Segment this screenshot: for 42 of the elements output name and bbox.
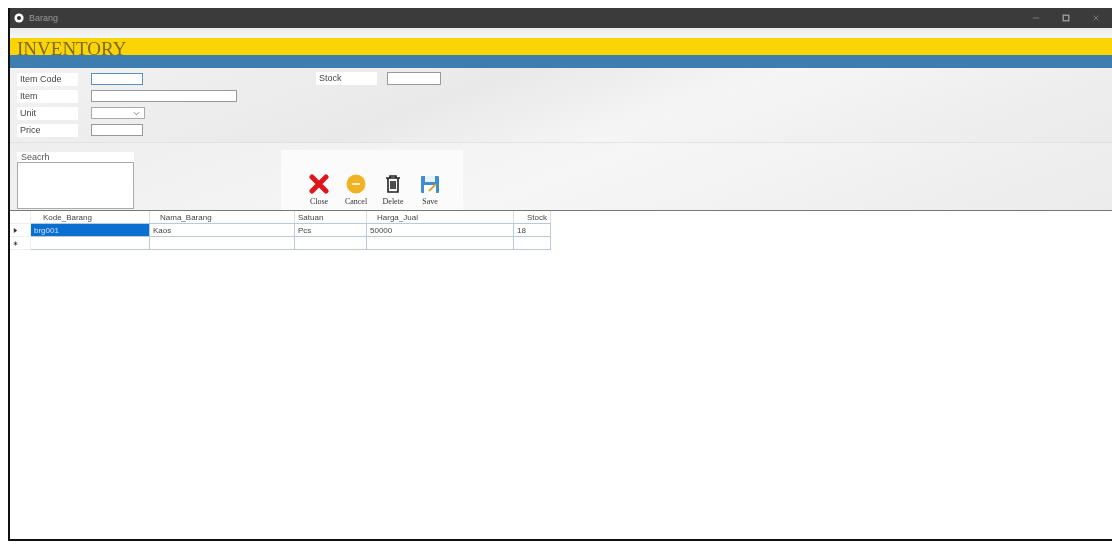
- table-cell[interactable]: [294, 236, 367, 250]
- field-label: Stock: [316, 72, 377, 85]
- table-cell[interactable]: 18: [513, 223, 551, 237]
- current-row-icon: [13, 227, 18, 233]
- close-icon[interactable]: [1092, 14, 1100, 22]
- save-button[interactable]: Save: [414, 174, 446, 206]
- column-header[interactable]: Kode_Barang: [30, 211, 150, 224]
- column-header[interactable]: Nama_Barang: [149, 211, 295, 224]
- input-field[interactable]: [91, 124, 143, 136]
- trash-icon: [383, 174, 403, 194]
- field-label: Item: [17, 89, 78, 103]
- column-header[interactable]: Stock: [513, 211, 551, 224]
- table-cell[interactable]: Pcs: [294, 223, 367, 237]
- input-field[interactable]: [91, 73, 143, 85]
- delete-button[interactable]: Delete: [377, 174, 409, 206]
- table-cell[interactable]: [30, 236, 150, 250]
- table-cell[interactable]: 50000: [366, 223, 514, 237]
- header-title: INVENTORY: [17, 39, 127, 58]
- table-cell[interactable]: Kaos: [149, 223, 295, 237]
- table-cell[interactable]: [149, 236, 295, 250]
- cancel-button[interactable]: Cancel: [340, 174, 372, 206]
- minimize-icon[interactable]: [1032, 14, 1040, 22]
- field-label: Unit: [17, 106, 78, 120]
- field-label: Price: [17, 123, 78, 137]
- column-header[interactable]: Satuan: [294, 211, 367, 224]
- app-icon: [14, 13, 24, 23]
- window-title: Barang: [29, 13, 59, 23]
- table-cell[interactable]: [366, 236, 514, 250]
- cross-icon: [309, 174, 329, 194]
- caret-icon: [133, 110, 140, 116]
- minus-circle-icon: [346, 174, 366, 194]
- field-label: Item Code: [17, 72, 78, 86]
- table-cell[interactable]: [513, 236, 551, 250]
- column-header[interactable]: Harga_Jual: [366, 211, 514, 224]
- input-field[interactable]: [91, 90, 237, 102]
- unit-dropdown[interactable]: [91, 107, 145, 119]
- input-field[interactable]: [387, 72, 441, 85]
- maximize-icon[interactable]: [1062, 14, 1070, 22]
- search-label: Seacrh: [17, 152, 134, 162]
- search-box[interactable]: [17, 162, 134, 209]
- close-button[interactable]: Close: [303, 174, 335, 206]
- new-row-icon: [13, 240, 18, 246]
